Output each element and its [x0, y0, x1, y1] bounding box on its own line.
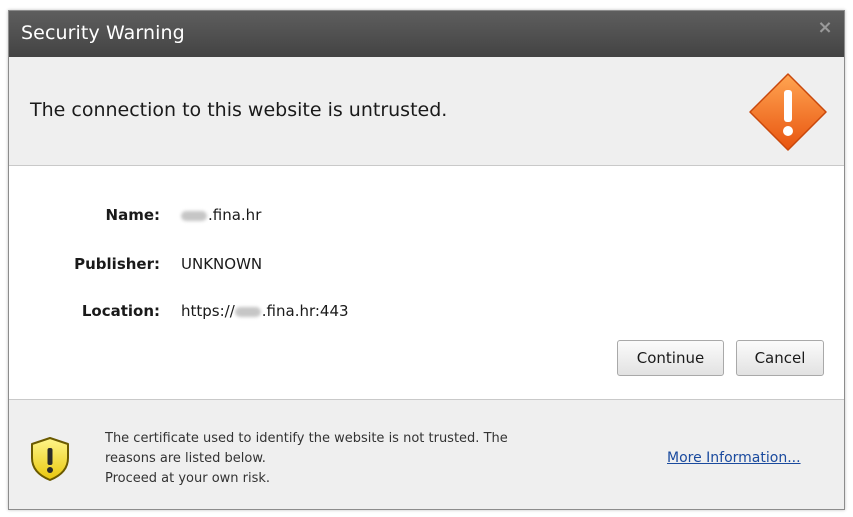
publisher-label: Publisher:: [74, 255, 160, 273]
warning-diamond-icon: [749, 73, 827, 151]
footer-line-2: reasons are listed below.: [105, 451, 266, 466]
certificate-details: Name: .fina.hr Publisher: UNKNOWN Locati…: [9, 166, 844, 401]
publisher-row: Publisher: UNKNOWN: [9, 255, 844, 277]
close-icon[interactable]: ×: [816, 19, 834, 37]
more-information-link[interactable]: More Information...: [667, 450, 801, 466]
dialog-title: Security Warning: [21, 22, 185, 44]
untrusted-message: The connection to this website is untrus…: [30, 99, 448, 121]
name-label: Name:: [105, 206, 160, 224]
security-warning-dialog: Security Warning × The connection to thi…: [8, 10, 845, 510]
name-value-text: .fina.hr: [208, 206, 262, 224]
publisher-value: UNKNOWN: [181, 255, 263, 273]
footer-band: The certificate used to identify the web…: [9, 399, 844, 509]
name-value: .fina.hr: [181, 206, 261, 224]
redacted-blur: [181, 210, 207, 221]
header-band: The connection to this website is untrus…: [9, 57, 844, 166]
cancel-button[interactable]: Cancel: [736, 340, 824, 376]
location-prefix: https://: [181, 302, 235, 320]
footer-message: The certificate used to identify the web…: [105, 429, 605, 489]
location-value: https:// .fina.hr:443: [181, 302, 349, 320]
location-value-text: .fina.hr:443: [261, 302, 349, 320]
continue-button[interactable]: Continue: [617, 340, 724, 376]
location-label: Location:: [81, 302, 160, 320]
shield-warning-icon: [31, 437, 69, 481]
location-row: Location: https:// .fina.hr:443: [9, 302, 844, 324]
name-row: Name: .fina.hr: [9, 206, 844, 228]
footer-line-1: The certificate used to identify the web…: [105, 431, 508, 446]
redacted-blur: [234, 306, 261, 317]
footer-line-3: Proceed at your own risk.: [105, 471, 271, 486]
title-bar[interactable]: Security Warning ×: [9, 11, 844, 57]
